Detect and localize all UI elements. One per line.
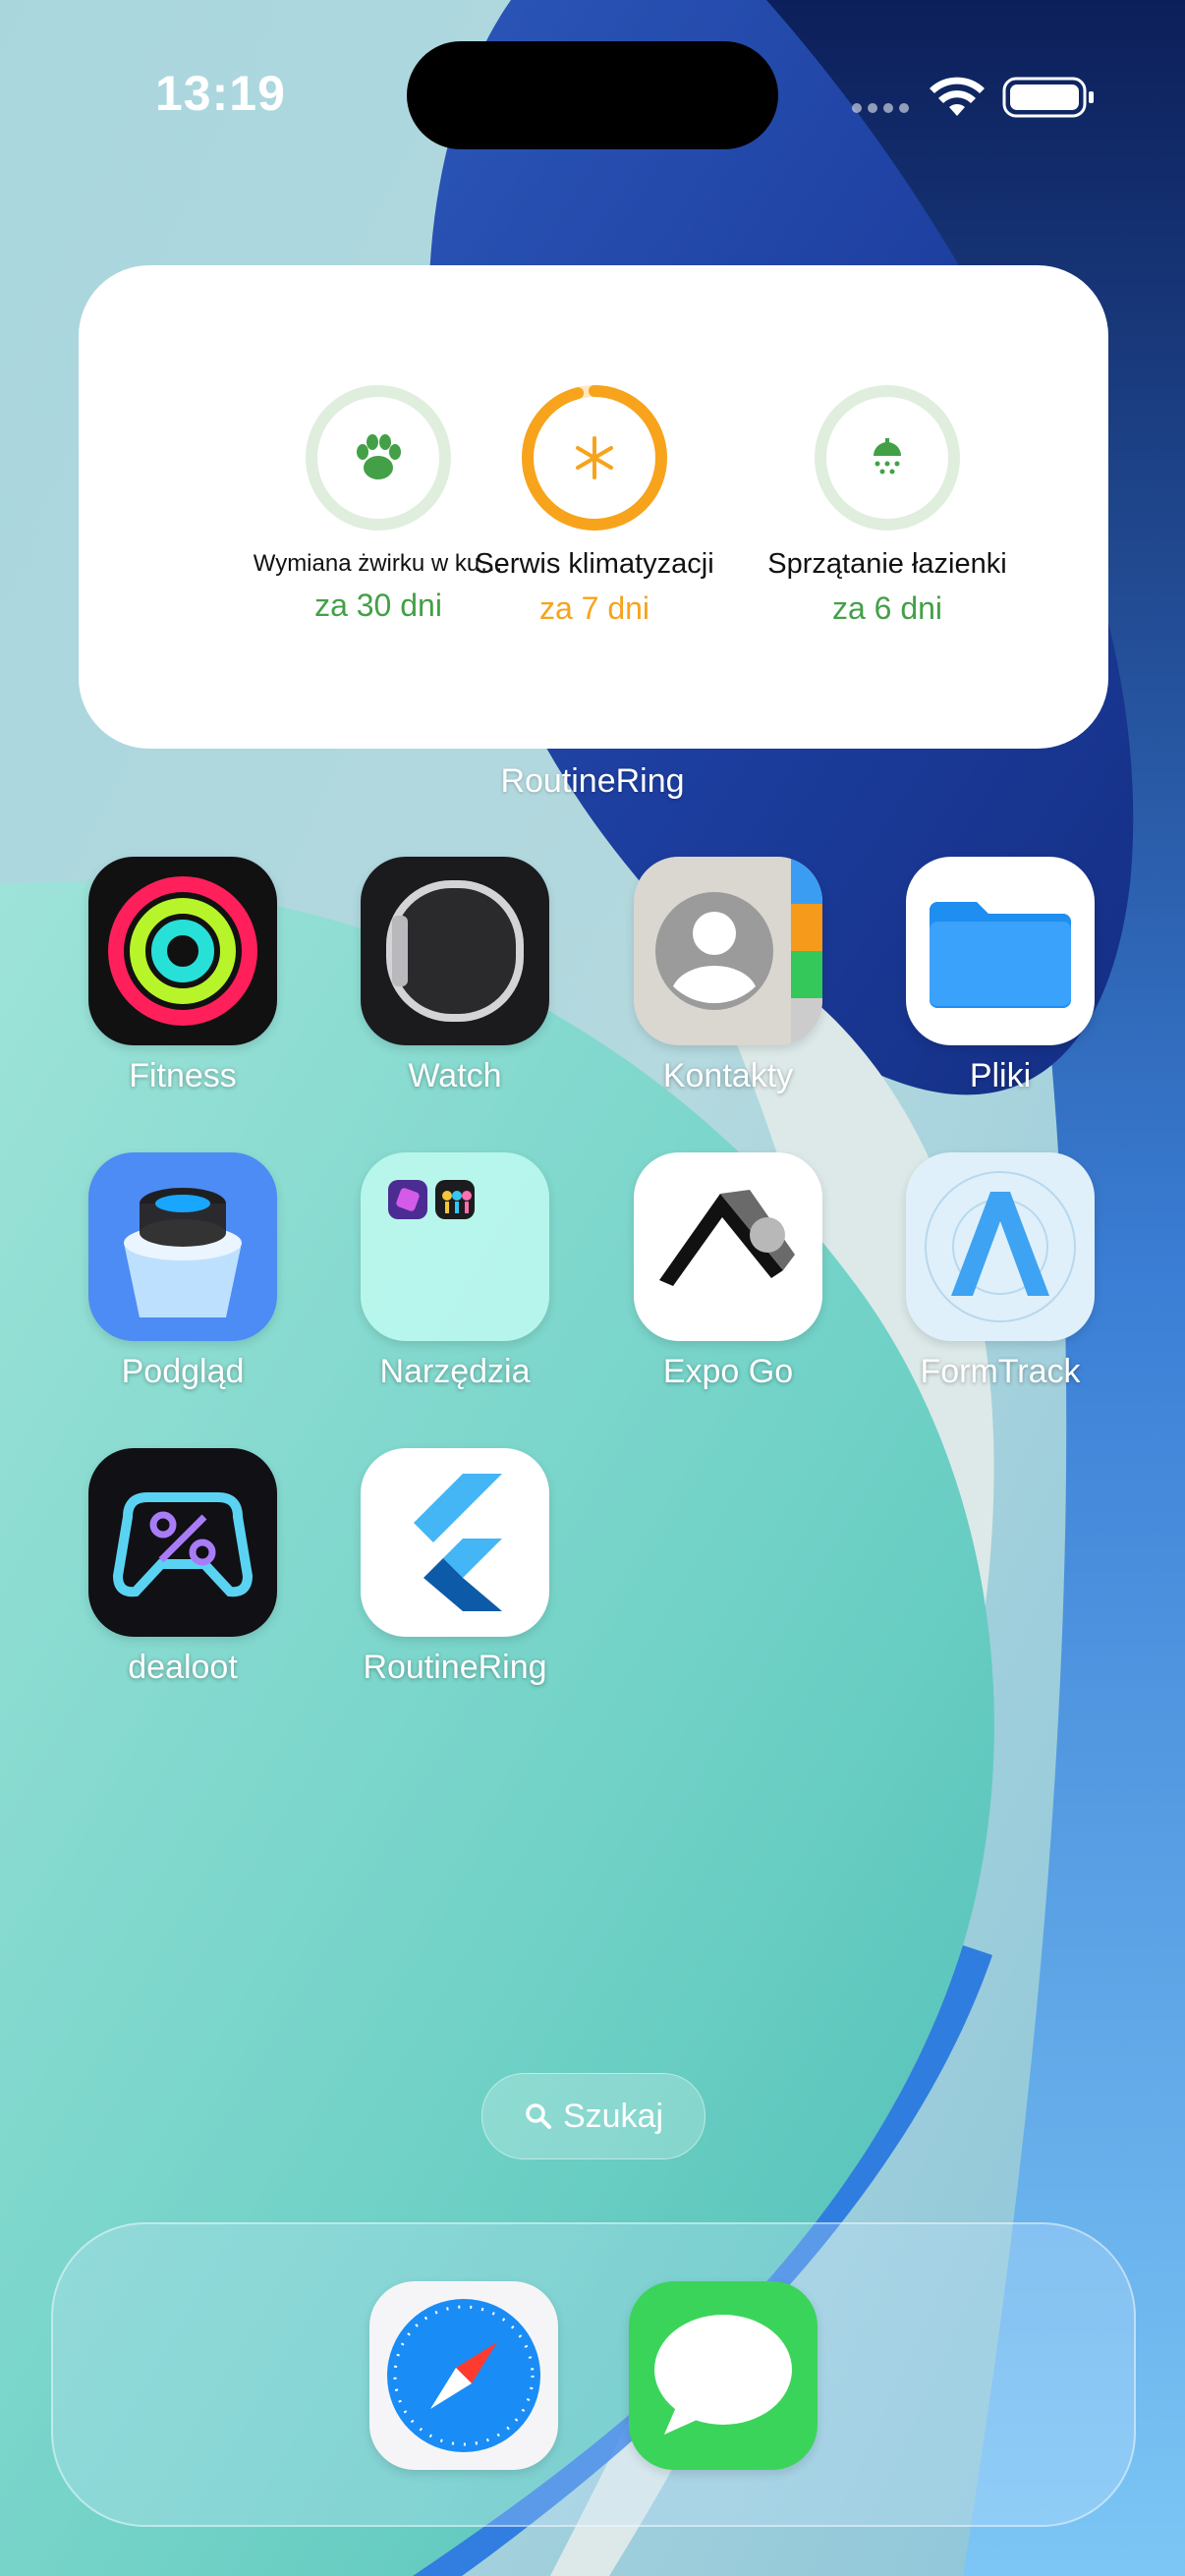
paw-icon xyxy=(357,434,401,479)
expo-icon xyxy=(659,1190,795,1286)
folder-group-icon xyxy=(388,1180,475,1219)
watch-icon xyxy=(386,880,524,1022)
app-formtrack[interactable]: FormTrack xyxy=(865,1152,1136,1391)
dynamic-island xyxy=(407,41,778,149)
wifi-icon xyxy=(930,77,985,116)
app-dealoot[interactable]: dealoot xyxy=(47,1448,318,1687)
app-fitness[interactable]: Fitness xyxy=(47,857,318,1095)
widget-item-title: Serwis klimatyzacji xyxy=(475,548,714,580)
app-label: RoutineRing xyxy=(363,1649,547,1686)
app-watch[interactable]: Watch xyxy=(319,857,591,1095)
widget-item-ac-service[interactable]: Serwis klimatyzacji za 7 dni xyxy=(447,383,742,627)
messages-icon xyxy=(654,2315,792,2435)
widget-item-bathroom[interactable]: Sprzątanie łazienki za 6 dni xyxy=(740,383,1035,627)
widget-item-due: za 7 dni xyxy=(538,590,650,626)
search-label: Szukaj xyxy=(562,2097,664,2135)
progress-ring xyxy=(522,385,667,531)
app-label: Narzędzia xyxy=(379,1353,531,1390)
flutter-icon xyxy=(414,1474,502,1611)
search-icon xyxy=(526,2103,551,2129)
widget-item-title: Sprzątanie łazienki xyxy=(767,548,1007,580)
dock xyxy=(51,2222,1136,2527)
app-expo-go[interactable]: Expo Go xyxy=(592,1152,864,1391)
cellular-dots-icon xyxy=(852,103,909,113)
formtrack-icon xyxy=(925,1171,1076,1322)
app-routinering[interactable]: RoutineRing xyxy=(319,1448,591,1687)
app-podglad[interactable]: Podgląd xyxy=(47,1152,318,1391)
app-label: Podgląd xyxy=(121,1353,245,1390)
app-label: dealoot xyxy=(128,1649,238,1686)
app-pliki[interactable]: Pliki xyxy=(865,857,1136,1095)
safari-icon xyxy=(387,2299,540,2452)
status-indicators xyxy=(852,77,1094,118)
folder-icon xyxy=(930,902,1071,1008)
app-label: Kontakty xyxy=(662,1057,794,1094)
app-label: FormTrack xyxy=(920,1353,1081,1390)
app-label: Watch xyxy=(408,1057,502,1094)
battery-icon xyxy=(1002,77,1094,118)
app-kontakty[interactable]: Kontakty xyxy=(592,857,864,1095)
fitness-rings-icon xyxy=(108,876,257,1026)
preview-loupe-icon xyxy=(124,1188,242,1317)
status-time: 13:19 xyxy=(155,66,286,121)
progress-ring xyxy=(306,385,451,531)
widget-name-label: RoutineRing xyxy=(500,762,685,800)
dock-app-messages[interactable] xyxy=(629,2281,818,2470)
app-label: Expo Go xyxy=(662,1353,794,1390)
progress-ring xyxy=(815,385,960,531)
shower-icon xyxy=(874,438,901,475)
app-label: Pliki xyxy=(969,1057,1032,1094)
app-narzedzia[interactable]: Narzędzia xyxy=(319,1152,591,1391)
app-label: Fitness xyxy=(129,1057,237,1094)
routinering-widget[interactable]: Wymiana żwirku w ku… za 30 dni Serwis kl… xyxy=(79,265,1108,749)
dock-app-safari[interactable] xyxy=(369,2281,558,2470)
snowflake-icon xyxy=(576,436,613,479)
contacts-icon xyxy=(634,857,822,1045)
dealoot-icon xyxy=(112,1492,254,1597)
widget-item-due: za 6 dni xyxy=(831,590,943,626)
search-button[interactable]: Szukaj xyxy=(481,2073,705,2159)
